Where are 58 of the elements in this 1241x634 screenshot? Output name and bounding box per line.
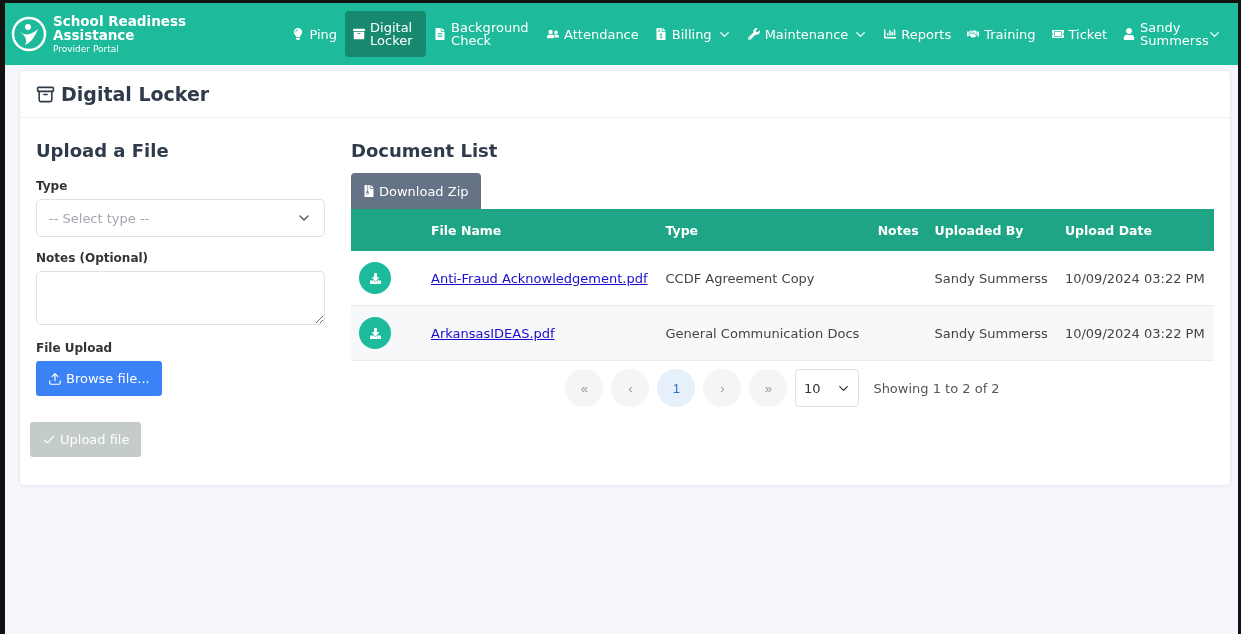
file-link[interactable]: Anti-Fraud Acknowledgement.pdf bbox=[431, 270, 648, 286]
nav-item[interactable]: Ping bbox=[284, 11, 346, 57]
nav-item[interactable]: Attendance bbox=[539, 11, 647, 57]
user-icon bbox=[1123, 28, 1135, 40]
nav-item[interactable]: Sandy Summerss bbox=[1115, 11, 1230, 57]
page-title: Digital Locker bbox=[61, 83, 210, 105]
section-title: Document List bbox=[351, 140, 499, 161]
nav-item[interactable]: Reports bbox=[876, 11, 960, 57]
pagination-summary: Showing 1 to 2 of 2 bbox=[873, 380, 1000, 396]
field-label: Notes (Optional) bbox=[36, 251, 150, 265]
logo-icon bbox=[11, 16, 47, 52]
download-icon bbox=[369, 272, 381, 284]
table-cell: Sandy Summerss bbox=[926, 251, 1057, 306]
column-header: Type bbox=[657, 209, 870, 251]
wrench-icon bbox=[747, 28, 760, 40]
ticket-icon bbox=[1051, 28, 1064, 40]
bar-chart-icon bbox=[884, 28, 897, 40]
handshake-icon bbox=[967, 28, 980, 40]
table-cell: CCDF Agreement Copy bbox=[657, 251, 870, 306]
download-button[interactable] bbox=[359, 317, 391, 349]
table-cell: Sandy Summerss bbox=[926, 305, 1057, 361]
table-cell: 10/09/2024 03:22 PM bbox=[1056, 305, 1214, 361]
field-label: Type bbox=[36, 179, 69, 193]
download-icon bbox=[369, 327, 381, 339]
table-cell: 10/09/2024 03:22 PM bbox=[1056, 251, 1214, 306]
section-title: Upload a File bbox=[36, 140, 170, 161]
invoice-icon bbox=[654, 28, 667, 40]
field-label: File Upload bbox=[36, 341, 114, 355]
zip-file-icon bbox=[363, 185, 375, 197]
column-header: Upload Date bbox=[1056, 209, 1214, 251]
upload-icon bbox=[48, 371, 62, 386]
file-link[interactable]: ArkansasIDEAS.pdf bbox=[431, 325, 555, 341]
people-icon bbox=[547, 28, 560, 40]
table-cell: General Communication Docs bbox=[657, 305, 870, 361]
page-button[interactable]: » bbox=[749, 369, 788, 407]
brand-title: School Readiness Assistance bbox=[53, 14, 187, 42]
browse-file-button[interactable]: Browse file... bbox=[36, 361, 162, 396]
page-button[interactable]: ‹ bbox=[611, 369, 650, 407]
nav-item[interactable]: Maintenance bbox=[739, 11, 877, 57]
column-header: Notes bbox=[869, 209, 927, 251]
nav-item[interactable]: Training bbox=[959, 11, 1044, 57]
download-zip-button[interactable]: Download Zip bbox=[351, 173, 481, 209]
brand-subtitle: Provider Portal bbox=[53, 44, 120, 54]
type-select[interactable]: -- Select type -- bbox=[36, 199, 325, 237]
nav-item[interactable]: Digital Locker bbox=[345, 11, 427, 57]
nav-item[interactable]: Ticket bbox=[1043, 11, 1115, 57]
lightbulb-icon bbox=[292, 28, 305, 40]
column-header: Uploaded By bbox=[926, 209, 1057, 251]
page-size-select[interactable]: 10 bbox=[795, 369, 860, 407]
page-button[interactable]: « bbox=[565, 369, 604, 407]
download-button[interactable] bbox=[359, 262, 391, 294]
nav-item[interactable]: Background Check bbox=[426, 11, 540, 57]
nav-item[interactable]: Billing bbox=[646, 11, 740, 57]
page-button[interactable]: › bbox=[703, 369, 742, 407]
page-button[interactable]: 1 bbox=[657, 369, 696, 407]
document-icon bbox=[434, 28, 447, 40]
column-header: File Name bbox=[423, 209, 658, 251]
notes-field[interactable] bbox=[36, 271, 325, 325]
